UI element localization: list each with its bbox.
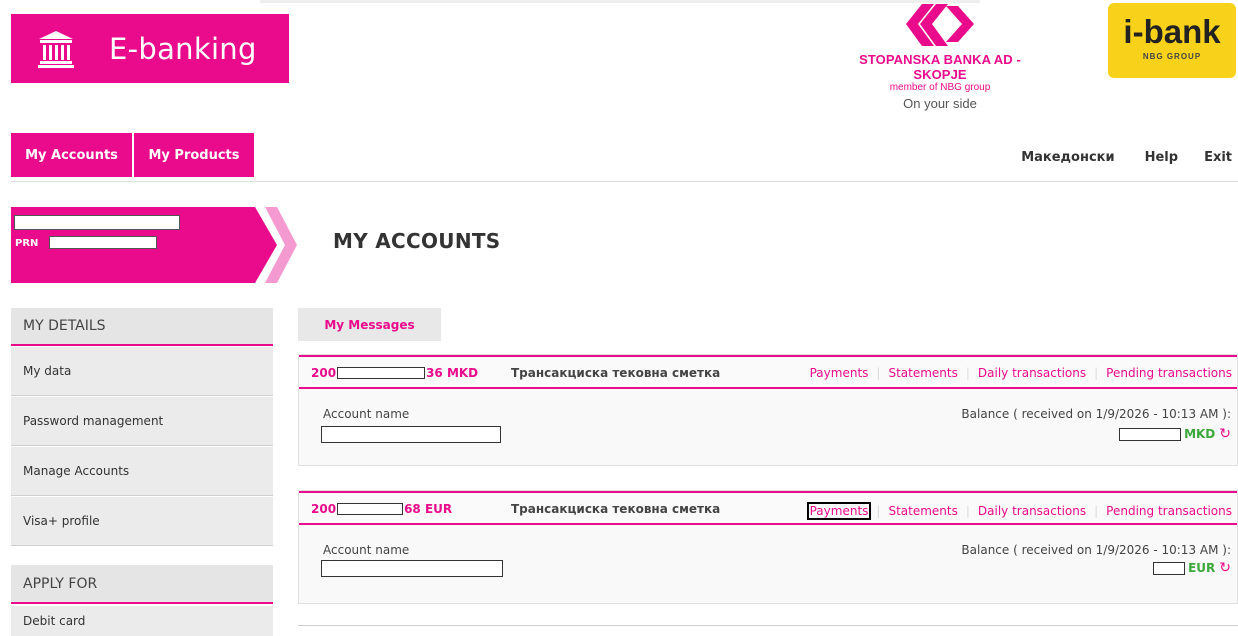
ibank-logo: i-bank NBG GROUP <box>1108 3 1236 78</box>
sidebar-item-my-data[interactable]: My data <box>11 347 273 396</box>
balance-currency: MKD <box>1184 427 1216 441</box>
balance-label: Balance ( received on 1/9/2026 - 10:13 A… <box>961 407 1231 421</box>
account-type: Трансакциска тековна сметка <box>511 366 721 380</box>
payments-link[interactable]: Payments <box>806 502 872 520</box>
account-card: 200 36 MKD Трансакциска тековна сметка P… <box>298 354 1238 466</box>
account-number-redacted <box>337 503 404 515</box>
account-card: 200 68 EUR Трансакциска тековна сметка P… <box>298 490 1238 604</box>
account-number-prefix: 200 <box>311 366 337 380</box>
sidebar-item-visa-profile[interactable]: Visa+ profile <box>11 497 273 546</box>
link-separator: | <box>1094 504 1099 518</box>
logo-text: E-banking <box>109 31 257 66</box>
main-nav: My Accounts My Products <box>11 133 254 177</box>
sidebar-heading-apply-for: APPLY FOR <box>11 565 273 604</box>
account-number-suffix: 68 EUR <box>404 502 453 516</box>
nav-divider <box>11 181 1238 182</box>
balance-amount-redacted <box>1153 561 1186 575</box>
balance-value: MKD ↻ <box>1119 427 1231 441</box>
link-separator: | <box>965 504 970 518</box>
link-separator: | <box>876 366 881 380</box>
payments-link[interactable]: Payments <box>810 366 869 380</box>
statements-link[interactable]: Statements <box>888 366 957 380</box>
account-number[interactable]: 200 68 EUR <box>311 502 452 516</box>
tab-my-messages[interactable]: My Messages <box>298 308 441 341</box>
account-name-redacted <box>321 560 503 577</box>
pending-transactions-link[interactable]: Pending transactions <box>1106 366 1232 380</box>
refresh-icon[interactable]: ↻ <box>1219 561 1231 575</box>
prn-value-redacted <box>49 236 157 249</box>
sidebar-item-password-management[interactable]: Password management <box>11 397 273 446</box>
balance-amount-redacted <box>1119 427 1182 441</box>
daily-transactions-link[interactable]: Daily transactions <box>978 504 1086 518</box>
ibank-group: NBG GROUP <box>1142 52 1202 61</box>
link-separator: | <box>1094 366 1099 380</box>
account-name-redacted <box>321 426 501 443</box>
bank-name: STOPANSKA BANKA AD - SKOPJE <box>859 52 1021 82</box>
help-link[interactable]: Help <box>1145 150 1178 165</box>
account-header: 200 36 MKD Трансакциска тековна сметка P… <box>299 355 1237 389</box>
bank-slogan: On your side <box>903 96 977 111</box>
account-type: Трансакциска тековна сметка <box>511 502 721 516</box>
user-banner: PRN <box>11 207 297 283</box>
exit-link[interactable]: Exit <box>1204 150 1232 165</box>
tab-my-accounts[interactable]: My Accounts <box>11 133 132 177</box>
stopanska-logo: STOPANSKA BANKA AD - SKOPJE member of NB… <box>840 2 1040 111</box>
account-header: 200 68 EUR Трансакциска тековна сметка P… <box>299 491 1237 525</box>
account-number[interactable]: 200 36 MKD <box>311 366 478 380</box>
daily-transactions-link[interactable]: Daily transactions <box>978 366 1086 380</box>
account-name-label: Account name <box>323 543 410 557</box>
statements-link[interactable]: Statements <box>888 504 957 518</box>
sidebar-item-debit-card[interactable]: Debit card <box>11 606 273 636</box>
account-number-prefix: 200 <box>311 502 337 516</box>
balance-value: EUR ↻ <box>1153 561 1231 575</box>
account-number-suffix: 36 MKD <box>426 366 479 380</box>
account-details: Account name Balance ( received on 1/9/2… <box>299 525 1237 603</box>
balance-label: Balance ( received on 1/9/2026 - 10:13 A… <box>961 543 1231 557</box>
account-actions: Payments | Statements | Daily transactio… <box>810 366 1232 380</box>
link-separator: | <box>965 366 970 380</box>
bank-building-icon <box>35 28 77 70</box>
account-number-redacted <box>337 367 426 379</box>
tab-my-products[interactable]: My Products <box>134 133 254 177</box>
language-link[interactable]: Македонски <box>1021 150 1114 165</box>
balance-currency: EUR <box>1188 561 1216 575</box>
stopanska-emblem-icon <box>906 4 974 46</box>
account-actions: Payments | Statements | Daily transactio… <box>806 502 1232 520</box>
sidebar-heading-my-details: MY DETAILS <box>11 308 273 346</box>
refresh-icon[interactable]: ↻ <box>1219 427 1231 441</box>
bank-member: member of NBG group <box>889 82 991 93</box>
prn-label: PRN <box>15 238 39 249</box>
account-name-label: Account name <box>323 407 410 421</box>
ibank-name: i-bank <box>1123 13 1221 50</box>
pending-transactions-link[interactable]: Pending transactions <box>1106 504 1232 518</box>
sidebar-item-manage-accounts[interactable]: Manage Accounts <box>11 447 273 496</box>
ebanking-logo[interactable]: E-banking <box>11 14 289 83</box>
utility-nav: Македонски Help Exit <box>1021 150 1232 165</box>
account-details: Account name Balance ( received on 1/9/2… <box>299 389 1237 465</box>
link-separator: | <box>876 504 881 518</box>
user-name-redacted <box>14 215 180 230</box>
page-title: MY ACCOUNTS <box>333 229 501 253</box>
content-divider <box>298 625 1238 626</box>
